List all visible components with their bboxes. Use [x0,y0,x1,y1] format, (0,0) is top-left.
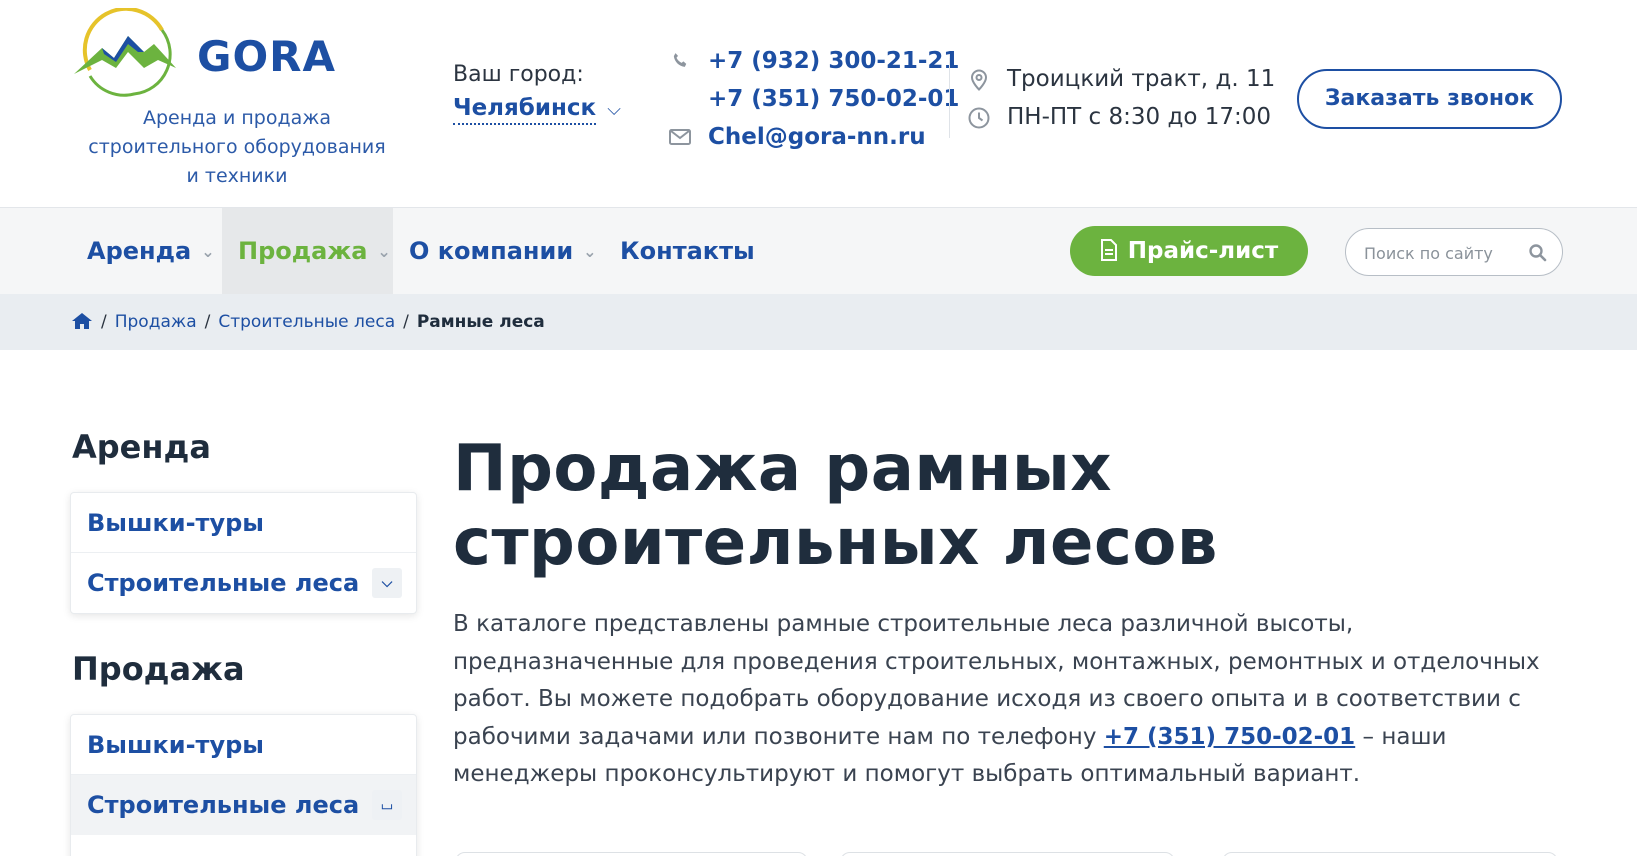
nav-item-contacts[interactable]: Контакты [604,208,771,294]
phone-icon [673,53,687,67]
title-line: Продажа рамных [453,432,1113,506]
city-label: Ваш город: [453,62,584,87]
nav-item-rent[interactable]: Аренда ⌄ [71,208,231,294]
chevron-down-icon[interactable]: ⌵ [372,568,402,598]
location-pin-icon [970,69,988,91]
contacts: +7 (932) 300-21-21 +7 (351) 750-02-01 Ch… [668,42,959,156]
phone-text: +7 (932) 300-21-21 [708,48,960,74]
title-line: строительных лесов [453,506,1218,580]
intro-phone-link[interactable]: +7 (351) 750-02-01 [1104,724,1355,750]
address-block: Троицкий тракт, д. 11 ПН-ПТ с 8:30 до 17… [967,60,1275,136]
product-card[interactable] [455,852,808,856]
tagline-line: строительного оборудования [88,136,386,158]
tagline-line: Аренда и продажа [142,107,332,129]
chevron-down-icon: ⌄ [377,242,391,261]
header-divider [949,58,950,138]
breadcrumb: / Продажа / Строительные леса / Рамные леса [0,294,1637,350]
product-card[interactable] [840,852,1175,856]
sidebar-item-label: Строительные леса [87,791,360,819]
hours-text: ПН-ПТ с 8:30 до 17:00 [1007,104,1272,130]
sidebar-heading-sale: Продажа [72,650,245,688]
logo-mountain-icon [74,8,176,97]
breadcrumb-separator: / [101,312,107,332]
nav-label: Аренда [87,237,192,265]
nav-label: Контакты [620,237,755,265]
city-value[interactable]: Челябинск [453,95,597,125]
logo-tagline: Аренда и продажа строительного оборудова… [72,104,402,191]
sidebar-item-label: Строительные леса [87,569,360,597]
logo[interactable]: GORA Аренда и продажа строительного обор… [72,8,402,188]
price-list-button[interactable]: Прайс-лист [1070,226,1308,276]
city-selector: Ваш город: Челябинск ⌵ [453,62,621,125]
breadcrumb-separator: / [204,312,211,332]
page-title: Продажа рамных строительных лесов [453,432,1553,580]
nav-label: О компании [409,237,574,265]
sidebar-heading-rent: Аренда [72,428,211,466]
mail-icon [669,129,691,145]
clock-icon [968,107,990,129]
chevron-down-icon: ⌄ [201,242,215,261]
breadcrumb-link-sale[interactable]: Продажа [115,312,197,332]
price-list-label: Прайс-лист [1127,238,1279,264]
site-search [1345,228,1563,276]
chevron-up-icon[interactable]: ⌴ [372,790,402,820]
chevron-down-icon: ⌵ [607,99,621,120]
email-link[interactable]: Chel@gora-nn.ru [668,118,959,156]
sidebar-item-sale-scaffolding[interactable]: Строительные леса ⌴ [71,775,416,835]
breadcrumb-separator: / [403,312,409,332]
phone-link-1[interactable]: +7 (932) 300-21-21 [668,42,959,80]
logo-wordmark: GORA [197,32,337,81]
search-input[interactable] [1364,241,1524,265]
sidebar-menu-rent: Вышки-туры Строительные леса ⌵ [70,492,417,614]
breadcrumb-link-scaffolding[interactable]: Строительные леса [218,312,395,332]
breadcrumb-current: Рамные леса [416,312,545,332]
sidebar-menu-sale: Вышки-туры Строительные леса ⌴ [70,714,417,856]
callback-button[interactable]: Заказать звонок [1297,69,1562,129]
nav-item-sale[interactable]: Продажа ⌄ [222,208,393,294]
email-text: Chel@gora-nn.ru [708,124,926,150]
tagline-line: и техники [186,165,288,187]
main-nav: Аренда ⌄ Продажа ⌄ О компании ⌄ Контакты Пр… [0,208,1637,294]
search-icon[interactable] [1528,243,1548,263]
sidebar-item-sale-towers[interactable]: Вышки-туры [71,715,416,775]
address: Троицкий тракт, д. 11 [967,60,1275,98]
home-icon[interactable] [71,312,93,330]
site-header: GORA Аренда и продажа строительного обор… [0,0,1637,208]
address-text: Троицкий тракт, д. 11 [1007,66,1276,92]
sidebar-item-rent-scaffolding[interactable]: Строительные леса ⌵ [71,553,416,613]
city-dropdown[interactable]: Челябинск ⌵ [453,95,621,125]
chevron-down-icon: ⌄ [583,242,597,261]
phone-text: +7 (351) 750-02-01 [708,86,960,112]
nav-item-about[interactable]: О компании ⌄ [393,208,613,294]
sidebar-item-rent-towers[interactable]: Вышки-туры [71,493,416,553]
product-card[interactable] [1222,852,1558,856]
intro-text: В каталоге представлены рамные строитель… [453,606,1573,794]
document-icon [1100,239,1117,261]
phone-link-2[interactable]: +7 (351) 750-02-01 [668,80,959,118]
nav-label: Продажа [238,237,368,265]
working-hours: ПН-ПТ с 8:30 до 17:00 [967,98,1275,136]
